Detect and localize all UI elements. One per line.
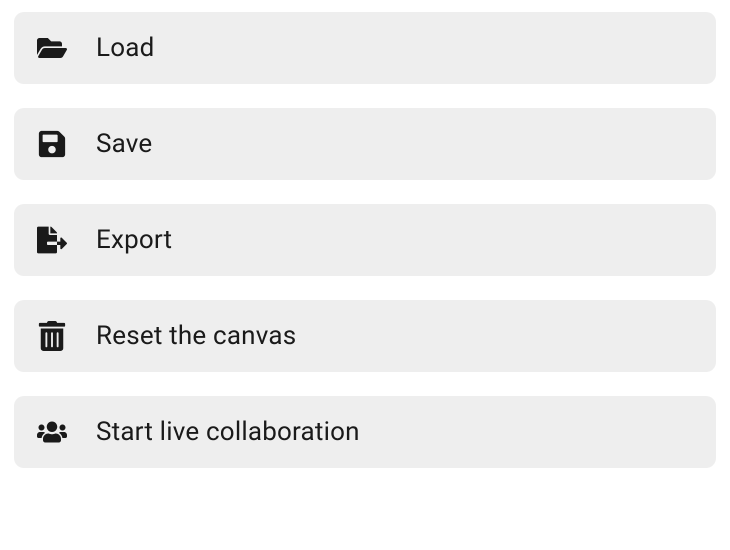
menu-list: Load Save Export Reset the canvas Start … (14, 12, 716, 468)
file-export-icon (36, 224, 68, 256)
save-disk-icon (36, 128, 68, 160)
folder-open-icon (36, 32, 68, 64)
users-icon (36, 416, 68, 448)
menu-item-reset[interactable]: Reset the canvas (14, 300, 716, 372)
menu-item-label: Reset the canvas (96, 321, 296, 351)
menu-item-collaborate[interactable]: Start live collaboration (14, 396, 716, 468)
menu-item-label: Export (96, 225, 172, 255)
menu-item-export[interactable]: Export (14, 204, 716, 276)
trash-icon (36, 320, 68, 352)
menu-item-label: Load (96, 33, 154, 63)
menu-item-label: Save (96, 129, 152, 159)
menu-item-save[interactable]: Save (14, 108, 716, 180)
menu-item-load[interactable]: Load (14, 12, 716, 84)
menu-item-label: Start live collaboration (96, 417, 360, 447)
